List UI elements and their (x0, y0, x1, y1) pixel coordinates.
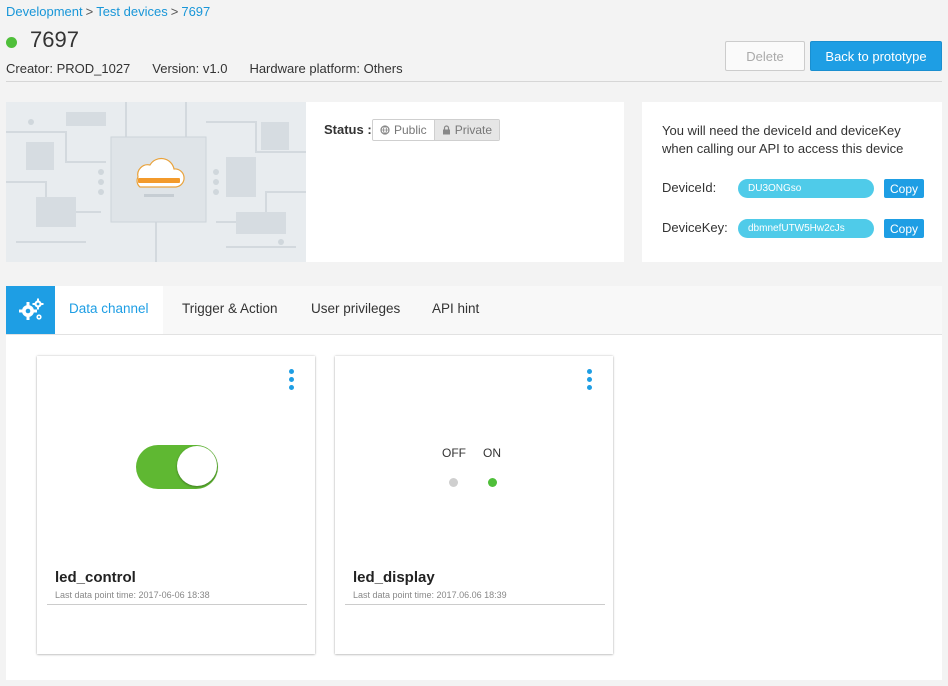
status-label: Status : (324, 122, 372, 137)
card-menu-icon[interactable] (587, 369, 593, 390)
device-meta: Creator: PROD_1027 Version: v1.0 Hardware … (6, 61, 425, 76)
tab-bar: Data channel Trigger & Action User privi… (6, 286, 942, 335)
globe-icon (380, 125, 390, 135)
breadcrumb-current[interactable]: 7697 (181, 4, 210, 19)
header-divider (6, 81, 942, 82)
last-data-time: Last data point time: 2017-06-06 18:38 (55, 590, 210, 600)
device-id-value: DU3ONGso (738, 179, 874, 198)
page-title: 7697 (30, 27, 79, 52)
visibility-toggle: Public Private (372, 119, 501, 141)
private-label: Private (454, 123, 493, 137)
public-option[interactable]: Public (373, 120, 435, 140)
breadcrumb-development[interactable]: Development (6, 4, 83, 19)
on-label: ON (483, 446, 501, 460)
device-board-image (6, 102, 306, 262)
channel-card-led-control: led_control Last data point time: 2017-0… (37, 356, 315, 654)
tab-data-channel[interactable]: Data channel (55, 286, 163, 334)
copy-device-id-button[interactable]: Copy (884, 179, 924, 198)
channel-name: led_display (353, 569, 435, 586)
tab-user-privileges[interactable]: User privileges (297, 286, 414, 334)
platform-text: Hardware platform: Others (249, 61, 403, 76)
last-data-time: Last data point time: 2017.06.06 18:39 (353, 590, 507, 600)
circuit-board-illustration (6, 102, 306, 262)
breadcrumb: Development > Test devices >7697 (6, 4, 210, 19)
channel-card-led-display: OFF ON led_display Last data point time:… (335, 356, 613, 654)
card-menu-icon[interactable] (289, 369, 295, 390)
card-divider (47, 604, 307, 605)
device-key-value: dbmnefUTW5Hw2cJs (738, 219, 874, 238)
private-option[interactable]: Private (434, 120, 500, 140)
version-text: Version: v1.0 (152, 61, 228, 76)
off-label: OFF (442, 446, 466, 460)
breadcrumb-separator: > (85, 4, 94, 19)
card-divider (345, 604, 605, 605)
settings-tab-icon[interactable] (6, 286, 55, 334)
copy-device-key-button[interactable]: Copy (884, 219, 924, 238)
lock-icon (442, 125, 450, 135)
switch-knob (177, 446, 217, 486)
breadcrumb-test-devices[interactable]: Test devices (96, 4, 168, 19)
back-to-prototype-button[interactable]: Back to prototype (810, 41, 942, 71)
channel-name: led_control (55, 569, 136, 586)
breadcrumb-separator: > (170, 4, 179, 19)
data-channel-content: led_control Last data point time: 2017-0… (6, 335, 942, 680)
device-key-label: DeviceKey: (662, 220, 728, 235)
on-indicator-dot (488, 478, 497, 487)
device-info-panel: Status : Public Private (6, 102, 624, 262)
public-label: Public (394, 123, 427, 137)
creator-text: Creator: PROD_1027 (6, 61, 131, 76)
online-status-dot (6, 37, 17, 48)
gears-icon (18, 298, 43, 320)
api-credentials-panel: You will need the deviceId and deviceKey… (642, 102, 942, 262)
delete-button[interactable]: Delete (725, 41, 805, 71)
off-indicator-dot (449, 478, 458, 487)
led-control-switch[interactable] (136, 445, 218, 489)
device-id-label: DeviceId: (662, 180, 717, 195)
tab-api-hint[interactable]: API hint (418, 286, 493, 334)
tab-trigger-action[interactable]: Trigger & Action (168, 286, 292, 334)
api-note: You will need the deviceId and deviceKey… (662, 123, 904, 156)
